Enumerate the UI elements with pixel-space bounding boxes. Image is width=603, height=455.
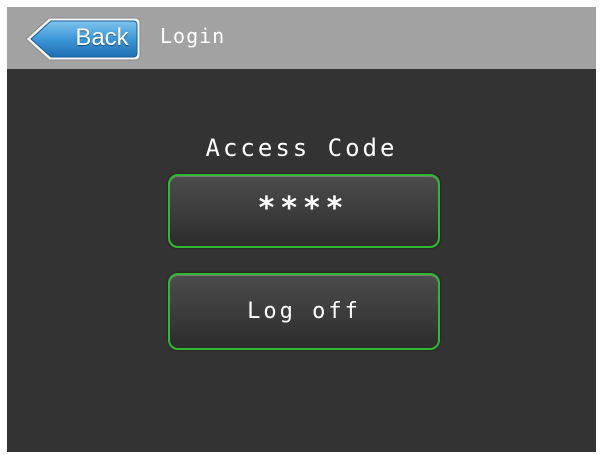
access-code-label: Access Code (205, 134, 398, 162)
access-code-field[interactable]: **** (168, 174, 440, 248)
back-button-label: Back (75, 24, 129, 51)
log-off-button-label: Log off (247, 299, 361, 324)
back-button[interactable]: Back (23, 15, 143, 63)
access-code-value: **** (258, 191, 350, 226)
log-off-button[interactable]: Log off (168, 273, 440, 350)
header-bar: Back Login (7, 7, 596, 69)
login-screen: Back Login Access Code **** Log off (7, 7, 596, 452)
page-title: Login (160, 24, 226, 48)
